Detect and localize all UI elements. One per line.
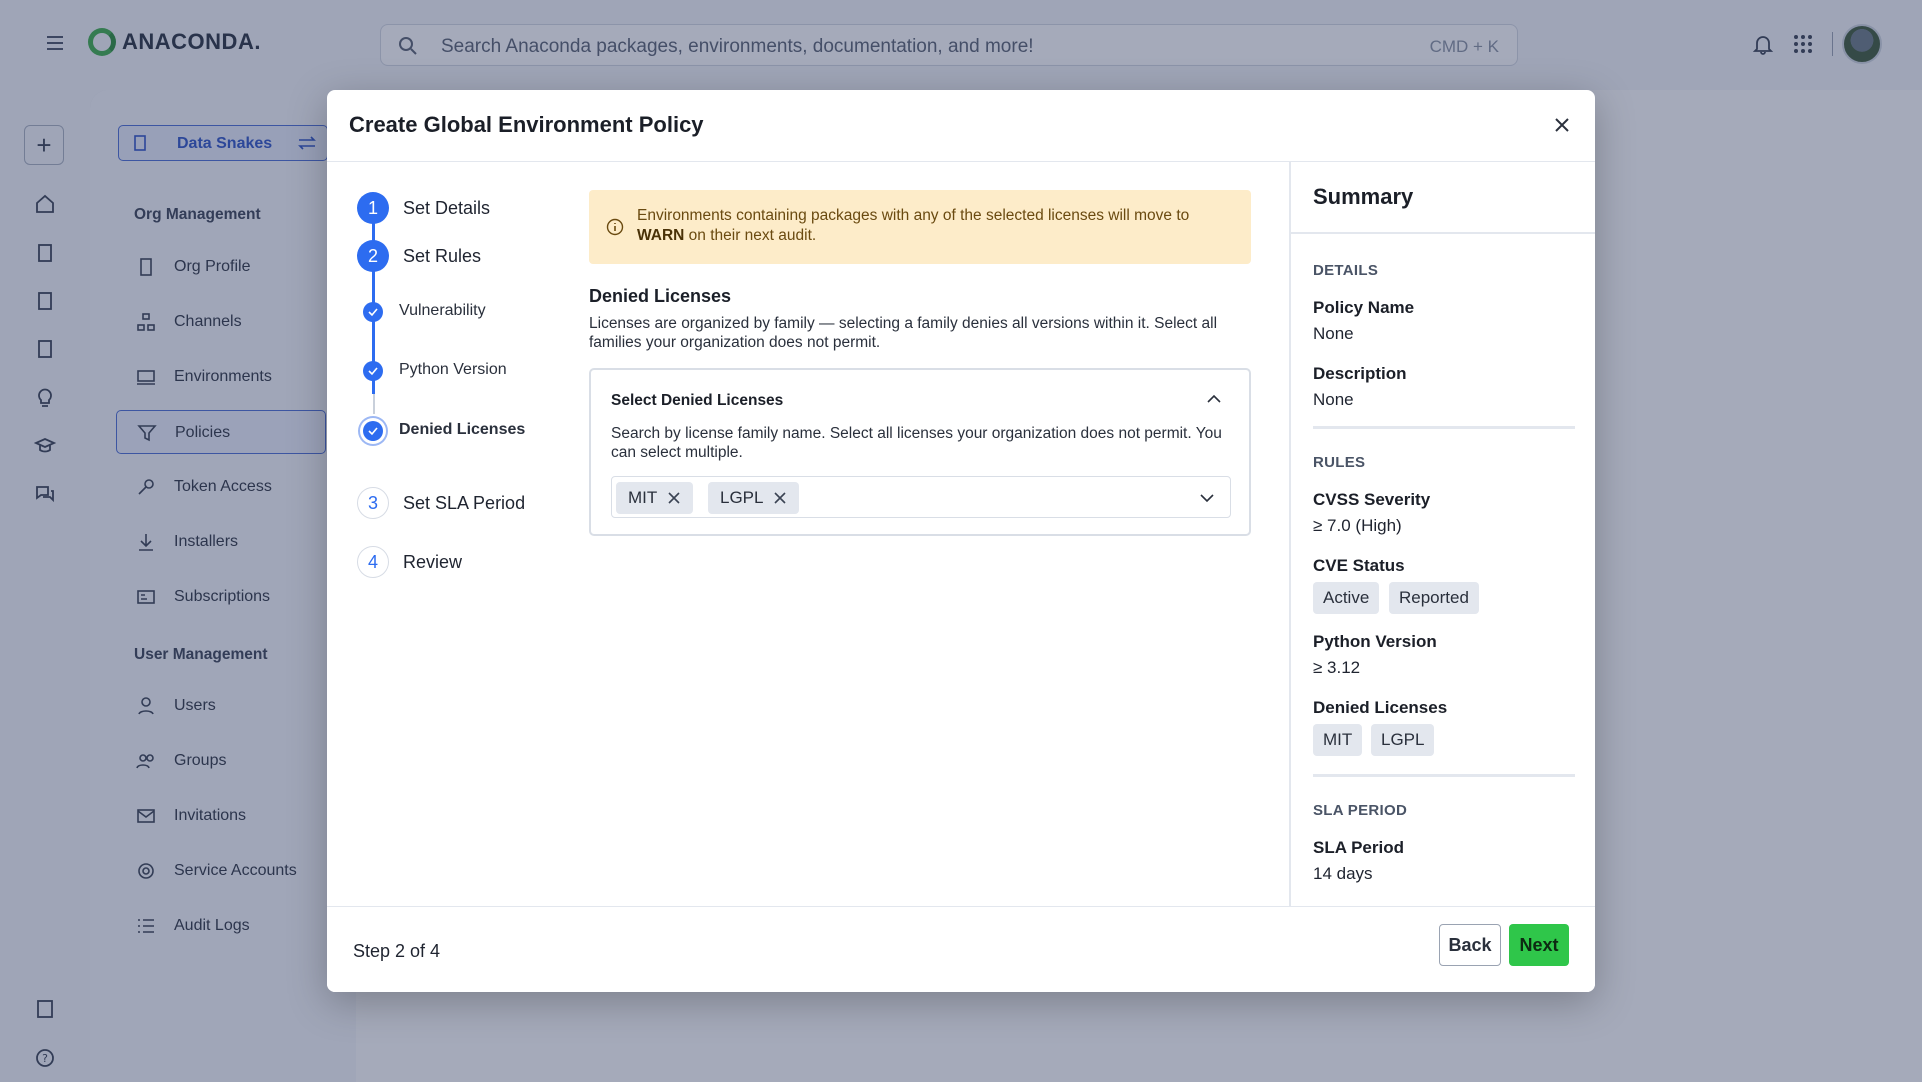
modal-header: Create Global Environment Policy — [327, 90, 1595, 162]
check-icon — [368, 367, 378, 376]
license-chip-lgpl: LGPL — [708, 482, 800, 514]
section-title: Denied Licenses — [589, 286, 732, 306]
info-icon — [606, 218, 624, 236]
check-icon — [368, 427, 378, 436]
cve-tag-active: Active — [1313, 582, 1380, 614]
summary-policy-name-label: Policy Name — [1313, 298, 1415, 317]
step-counter: Step 2 of 4 — [353, 941, 441, 961]
substep-check-denied-licenses — [363, 421, 383, 441]
substep-check-vulnerability — [363, 302, 383, 322]
check-icon — [368, 308, 378, 317]
summary-sla-label: SLA Period — [1313, 838, 1404, 857]
summary-header: Summary — [1291, 162, 1595, 234]
summary-panel: Summary DETAILS Policy Name None Descrip… — [1289, 162, 1595, 906]
section-description: Licenses are organized by family — selec… — [589, 315, 1218, 351]
license-chip-mit: MIT — [616, 482, 694, 514]
select-card-title: Select Denied Licenses — [611, 392, 784, 409]
license-tag-mit: MIT — [1313, 724, 1363, 756]
summary-sla-heading: SLA PERIOD — [1313, 802, 1408, 819]
substep-check-python-version — [363, 361, 383, 381]
chevron-down-icon[interactable] — [1196, 487, 1218, 509]
summary-cvss-value: ≥ 7.0 (High) — [1313, 516, 1402, 535]
step-label-set-sla-period[interactable]: Set SLA Period — [403, 493, 525, 514]
summary-licenses-label: Denied Licenses — [1313, 698, 1448, 717]
step-pending-line — [373, 394, 375, 414]
step-label-review[interactable]: Review — [403, 552, 462, 573]
chevron-up-icon[interactable] — [1203, 388, 1225, 410]
step-indicator-4[interactable]: 4 — [357, 546, 389, 578]
summary-description-label: Description — [1313, 364, 1407, 383]
summary-cve-label: CVE Status — [1313, 556, 1405, 575]
denied-licenses-card: Select Denied Licenses Search by license… — [589, 368, 1251, 536]
substep-python-version[interactable]: Python Version — [399, 361, 507, 379]
close-icon[interactable] — [1549, 112, 1575, 138]
license-multiselect[interactable]: MIT LGPL — [611, 476, 1231, 518]
step-indicator-3[interactable]: 3 — [357, 487, 389, 519]
summary-python-value: ≥ 3.12 — [1313, 658, 1361, 677]
summary-policy-name-value: None — [1313, 324, 1354, 343]
substep-denied-licenses[interactable]: Denied Licenses — [399, 421, 525, 439]
wizard-stepper: 1 Set Details 2 Set Rules Vulnerability … — [327, 162, 553, 906]
back-button[interactable]: Back — [1439, 924, 1501, 966]
summary-divider — [1313, 426, 1575, 429]
summary-divider — [1313, 774, 1575, 777]
summary-sla-value: 14 days — [1313, 864, 1373, 883]
warning-alert: Environments containing packages with an… — [589, 190, 1251, 264]
step-indicator-2[interactable]: 2 — [357, 240, 389, 272]
step-indicator-1[interactable]: 1 — [357, 192, 389, 224]
license-tag-lgpl: LGPL — [1371, 724, 1435, 756]
alert-status-warn: WARN — [637, 227, 685, 244]
modal-title: Create Global Environment Policy — [349, 112, 704, 137]
step-label-set-rules[interactable]: Set Rules — [403, 246, 481, 267]
remove-chip-icon[interactable] — [667, 491, 681, 505]
summary-title: Summary — [1313, 184, 1414, 209]
alert-message: Environments containing packages with an… — [637, 207, 1190, 244]
create-policy-modal: Create Global Environment Policy 1 Set D… — [327, 90, 1595, 992]
step-label-set-details[interactable]: Set Details — [403, 198, 490, 219]
summary-python-label: Python Version — [1313, 632, 1437, 651]
remove-chip-icon[interactable] — [773, 491, 787, 505]
next-button[interactable]: Next — [1509, 924, 1569, 966]
summary-rules-heading: RULES — [1313, 454, 1366, 471]
cve-tag-reported: Reported — [1389, 582, 1479, 614]
summary-details-heading: DETAILS — [1313, 262, 1379, 279]
select-card-description: Search by license family name. Select al… — [611, 425, 1222, 461]
substep-vulnerability[interactable]: Vulnerability — [399, 302, 486, 320]
summary-cvss-label: CVSS Severity — [1313, 490, 1431, 509]
modal-footer: Step 2 of 4 Back Next — [327, 906, 1595, 992]
summary-description-value: None — [1313, 390, 1354, 409]
